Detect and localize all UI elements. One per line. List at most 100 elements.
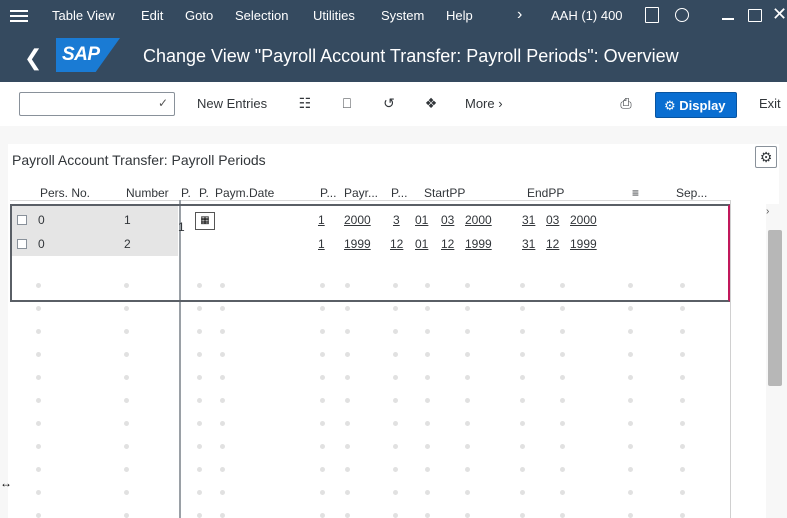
- col-header-p2[interactable]: P.: [199, 186, 209, 200]
- chevron-right-icon[interactable]: ›: [517, 6, 522, 24]
- empty-cell-dot: [560, 513, 565, 518]
- undo-icon[interactable]: ↺: [381, 95, 397, 111]
- empty-cell-dot: [320, 375, 325, 380]
- scrollbar-thumb[interactable]: [768, 230, 782, 386]
- empty-cell-dot: [520, 421, 525, 426]
- settings-icon[interactable]: ⚙: [755, 146, 777, 168]
- empty-cell-dot: [197, 421, 202, 426]
- scroll-up-icon[interactable]: ›: [766, 206, 769, 217]
- empty-cell-dot: [628, 375, 633, 380]
- delete-icon[interactable]: ⎕: [339, 95, 355, 111]
- select-all-icon[interactable]: ❖: [423, 95, 439, 111]
- empty-cell-dot: [320, 283, 325, 288]
- col-header-start-pp[interactable]: StartPP: [424, 186, 465, 200]
- empty-cell-dot: [425, 444, 430, 449]
- close-icon[interactable]: ✕: [772, 4, 787, 25]
- page-title: Change View "Payroll Account Transfer: P…: [143, 46, 679, 66]
- chevron-down-icon[interactable]: ✓: [158, 96, 168, 110]
- empty-cell-dot: [465, 329, 470, 334]
- menu-table-view[interactable]: Table View: [52, 8, 115, 23]
- share-icon[interactable]: [675, 8, 689, 22]
- menu-goto[interactable]: Goto: [185, 8, 213, 23]
- menu-help[interactable]: Help: [446, 8, 473, 23]
- empty-cell-dot: [628, 306, 633, 311]
- empty-cell-dot: [197, 513, 202, 518]
- col-header-paym-date[interactable]: Paym.Date: [215, 186, 274, 200]
- new-entries-button[interactable]: New Entries: [197, 96, 267, 111]
- empty-cell-dot: [628, 444, 633, 449]
- menu-selection[interactable]: Selection: [235, 8, 288, 23]
- empty-cell-dot: [320, 490, 325, 495]
- empty-cell-dot: [220, 306, 225, 311]
- empty-cell-dot: [220, 490, 225, 495]
- empty-cell-dot: [560, 421, 565, 426]
- empty-cell-dot: [465, 352, 470, 357]
- content-area: [0, 126, 787, 518]
- col-header-p4[interactable]: P...: [391, 186, 407, 200]
- empty-cell-dot: [197, 398, 202, 403]
- empty-cell-dot: [393, 329, 398, 334]
- empty-cell-dot: [393, 444, 398, 449]
- print-icon[interactable]: ⎙: [618, 95, 634, 111]
- empty-cell-dot: [36, 398, 41, 403]
- empty-cell-dot: [628, 513, 633, 518]
- empty-cell-dot: [197, 329, 202, 334]
- system-info: AAH (1) 400: [551, 8, 623, 23]
- empty-cell-dot: [36, 283, 41, 288]
- empty-cell-dot: [124, 398, 129, 403]
- empty-cell-dot: [36, 467, 41, 472]
- col-header-sep[interactable]: Sep...: [676, 186, 707, 200]
- menu-system[interactable]: System: [381, 8, 424, 23]
- col-header-p3[interactable]: P...: [320, 186, 336, 200]
- menu-icon[interactable]: [10, 8, 28, 24]
- column-settings-icon[interactable]: ≡: [632, 186, 639, 200]
- empty-cell-dot: [425, 398, 430, 403]
- empty-cell-dot: [680, 329, 685, 334]
- copy-as-icon[interactable]: ☷: [297, 95, 313, 111]
- empty-cell-dot: [680, 398, 685, 403]
- empty-cell-dot: [124, 421, 129, 426]
- empty-cell-dot: [465, 375, 470, 380]
- empty-cell-dot: [124, 306, 129, 311]
- save-icon[interactable]: [645, 7, 659, 23]
- col-header-pers-no[interactable]: Pers. No.: [40, 186, 90, 200]
- empty-cell-dot: [520, 490, 525, 495]
- empty-cell-dot: [520, 513, 525, 518]
- empty-cell-dot: [628, 490, 633, 495]
- menu-edit[interactable]: Edit: [141, 8, 163, 23]
- empty-cell-dot: [197, 467, 202, 472]
- more-button[interactable]: More ›: [465, 96, 503, 111]
- col-header-end-pp[interactable]: EndPP: [527, 186, 564, 200]
- exit-button[interactable]: Exit: [759, 96, 781, 111]
- display-button[interactable]: ⚙ Display: [655, 92, 737, 118]
- empty-cell-dot: [628, 467, 633, 472]
- empty-cell-dot: [680, 513, 685, 518]
- minimize-icon[interactable]: [722, 18, 734, 20]
- empty-cell-dot: [680, 467, 685, 472]
- empty-cell-dot: [425, 513, 430, 518]
- empty-cell-dot: [36, 329, 41, 334]
- empty-cell-dot: [320, 467, 325, 472]
- command-field[interactable]: ✓: [19, 92, 175, 116]
- col-header-payr[interactable]: Payr...: [344, 186, 378, 200]
- empty-cell-dot: [393, 306, 398, 311]
- empty-cell-dot: [220, 444, 225, 449]
- empty-cell-dot: [425, 421, 430, 426]
- empty-cell-dot: [465, 398, 470, 403]
- empty-cell-dot: [345, 375, 350, 380]
- col-header-p1[interactable]: P.: [181, 186, 191, 200]
- empty-cell-dot: [320, 398, 325, 403]
- selection-highlight: [10, 204, 730, 302]
- col-header-number[interactable]: Number: [126, 186, 169, 200]
- empty-cell-dot: [628, 352, 633, 357]
- title-bar: ❮ SAP Change View "Payroll Account Trans…: [0, 32, 787, 82]
- maximize-icon[interactable]: [748, 9, 762, 22]
- back-icon[interactable]: ❮: [24, 45, 42, 71]
- empty-cell-dot: [393, 490, 398, 495]
- empty-cell-dot: [425, 329, 430, 334]
- empty-cell-dot: [520, 375, 525, 380]
- empty-cell-dot: [425, 283, 430, 288]
- empty-cell-dot: [560, 398, 565, 403]
- menu-utilities[interactable]: Utilities: [313, 8, 355, 23]
- empty-cell-dot: [345, 306, 350, 311]
